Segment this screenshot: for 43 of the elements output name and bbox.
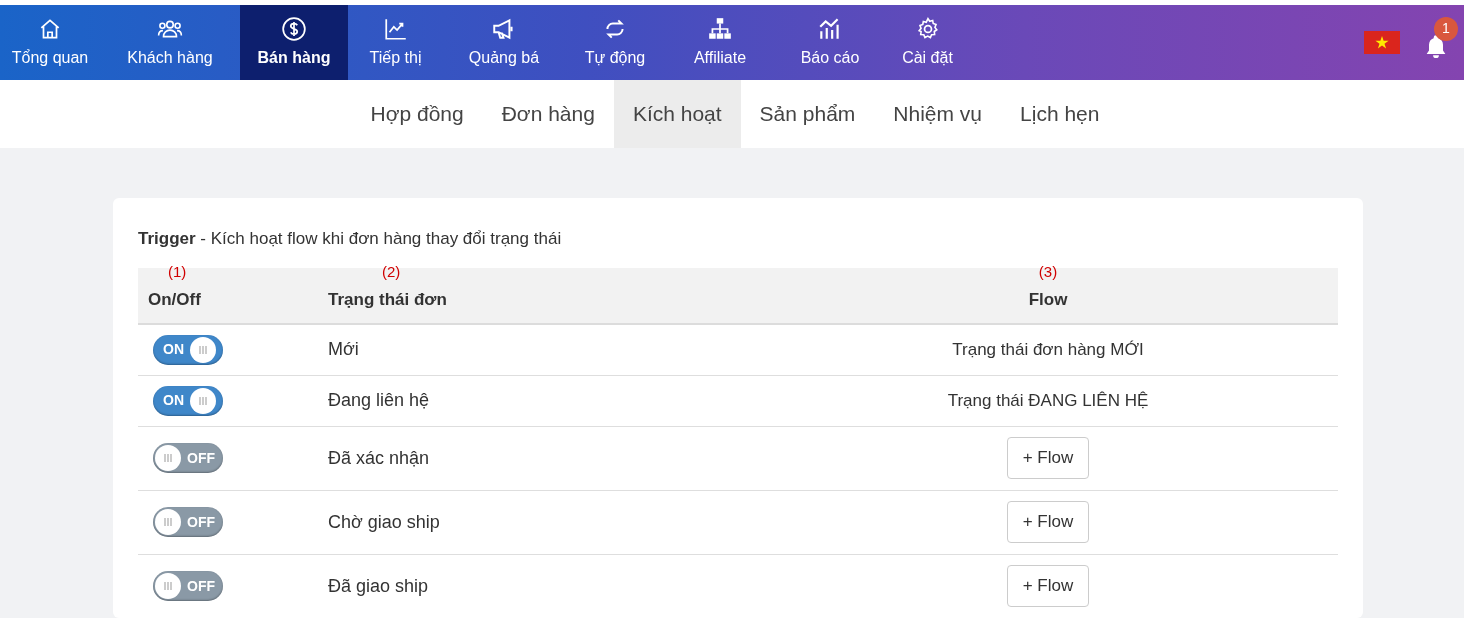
nav-item[interactable]: Tiếp thị xyxy=(348,5,443,80)
sitemap-icon xyxy=(707,15,733,42)
column-header: On/Off xyxy=(148,288,202,311)
sub-tab[interactable]: Nhiệm vụ xyxy=(874,80,1002,148)
column-header: Flow xyxy=(1028,288,1068,311)
toggle-switch[interactable]: ON xyxy=(153,334,223,365)
sub-tab[interactable]: Đơn hàng xyxy=(482,80,614,148)
flow-name: Trạng thái đơn hàng MỚI xyxy=(952,338,1144,361)
notification-badge: 1 xyxy=(1434,16,1458,41)
nav-item[interactable]: Affiliate xyxy=(665,5,775,80)
nav-item[interactable]: Bán hàng xyxy=(240,5,348,80)
nav-item[interactable]: Khách hàng xyxy=(100,5,240,80)
nav-item[interactable]: Quảng bá xyxy=(443,5,565,80)
column-number: (3) xyxy=(1038,262,1058,281)
toggle-knob-icon xyxy=(190,336,216,363)
flag-icon[interactable] xyxy=(1364,31,1400,54)
toggle-knob-icon xyxy=(155,509,181,535)
nav-item[interactable]: Tổng quan xyxy=(0,5,100,80)
add-flow-button[interactable]: + Flow xyxy=(1006,501,1090,543)
toggle-knob-icon xyxy=(155,573,181,599)
nav-item[interactable]: Cài đặt xyxy=(885,5,970,80)
status-cell-text: Đã xác nhận xyxy=(328,446,431,470)
status-cell-text: Chờ giao ship xyxy=(328,510,441,534)
nav-item[interactable]: Báo cáo xyxy=(775,5,885,80)
card-title: Trigger - Kích hoạt flow khi đơn hàng thay đổi trạng thái xyxy=(138,228,563,250)
column-number: (2) xyxy=(382,262,402,281)
status-cell-text: Đang liên hệ xyxy=(328,389,431,412)
add-flow-button[interactable]: + Flow xyxy=(1006,437,1090,479)
sub-tab[interactable]: Sản phẩm xyxy=(740,80,875,148)
toggle-knob-icon xyxy=(190,387,216,414)
column-number: (1) xyxy=(168,262,188,281)
add-flow-button[interactable]: + Flow xyxy=(1006,565,1090,607)
column-header: Trạng thái đơn xyxy=(328,288,448,311)
flow-name: Trạng thái ĐANG LIÊN HỆ xyxy=(947,389,1149,412)
sub-tab[interactable]: Hợp đồng xyxy=(351,80,483,148)
sub-tab[interactable]: Lịch hẹn xyxy=(1001,80,1119,148)
toggle-switch[interactable]: ON xyxy=(153,385,223,416)
status-cell-text: Đã giao ship xyxy=(328,574,430,598)
dollar-icon xyxy=(281,15,307,42)
status-cell-text: Mới xyxy=(328,338,360,361)
nav-item[interactable]: Tự động xyxy=(565,5,665,80)
toggle-knob-icon xyxy=(155,445,181,471)
sub-tab[interactable]: Kích hoạt xyxy=(613,80,741,148)
